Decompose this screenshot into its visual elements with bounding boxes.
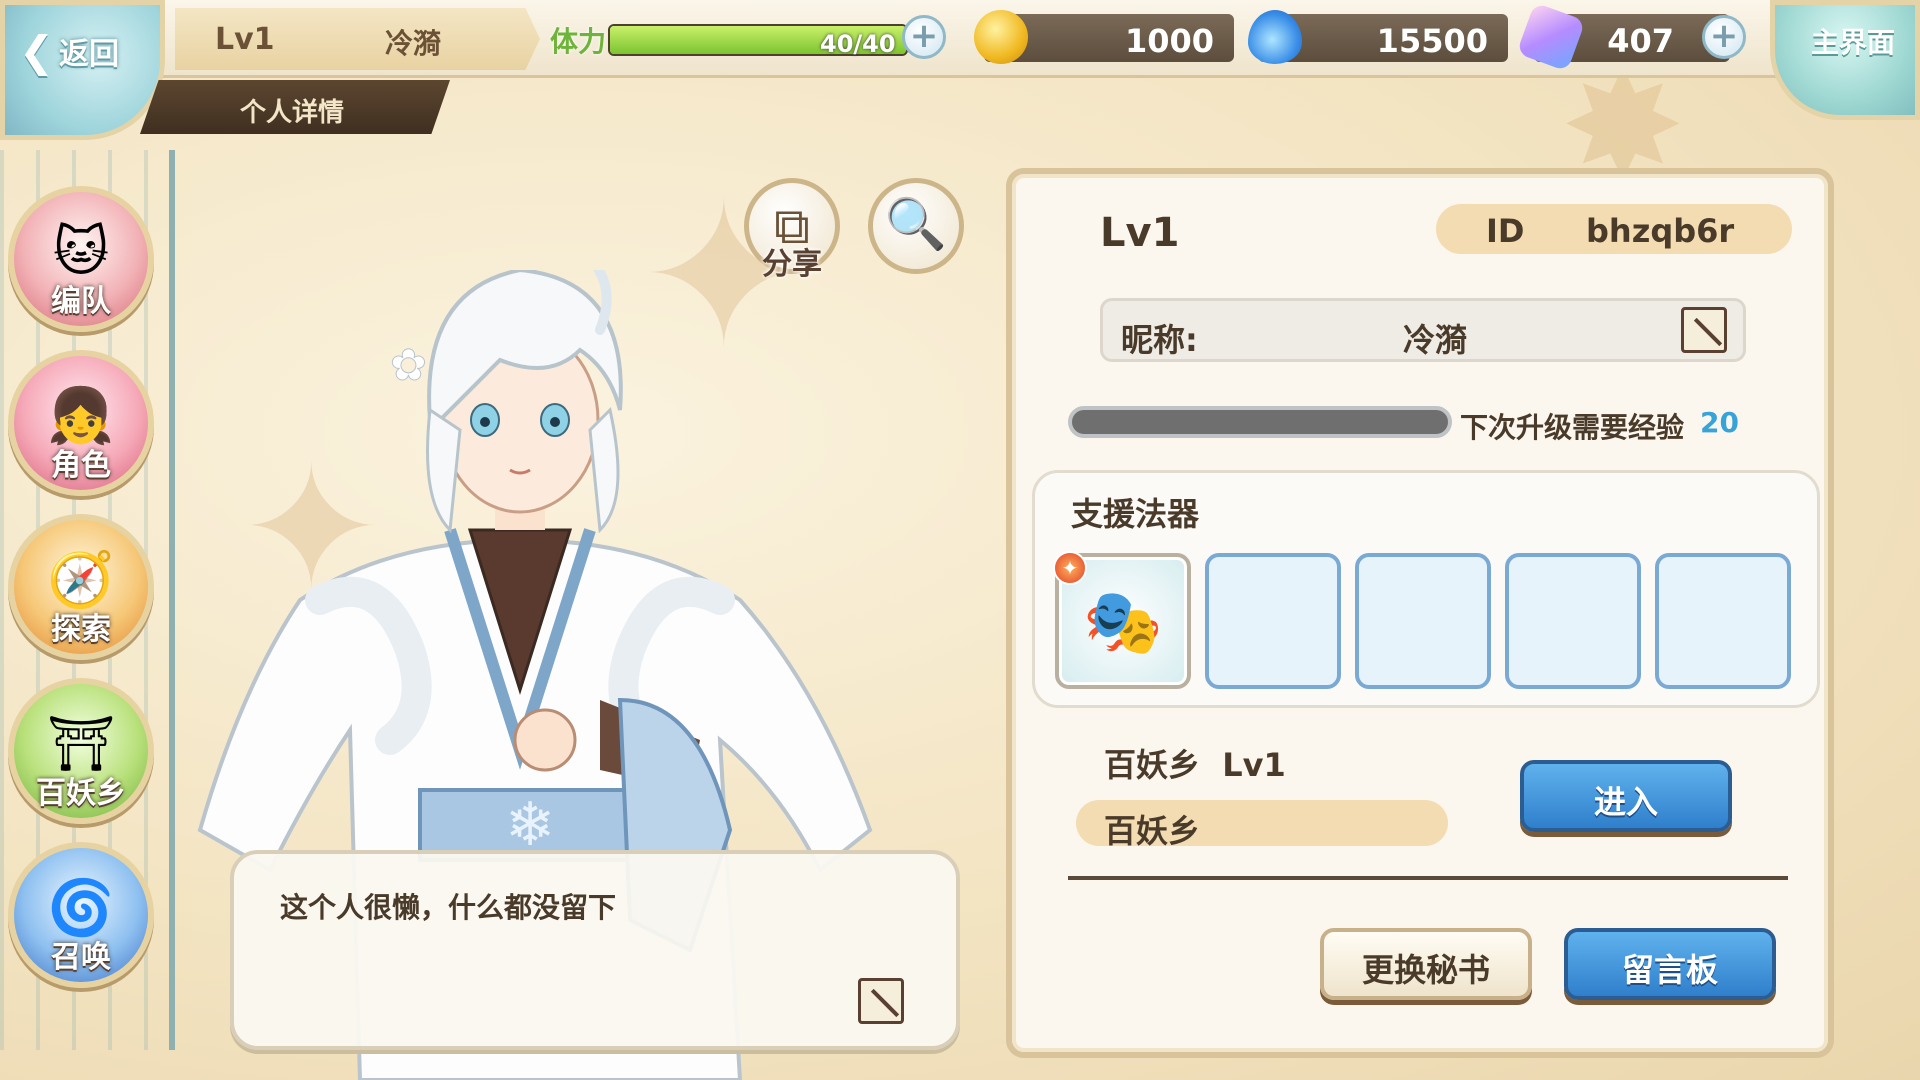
nickname-value: 冷漪: [1403, 321, 1468, 359]
artifact-slot-5[interactable]: [1655, 553, 1791, 689]
magnifier-icon: 🔍: [884, 195, 948, 253]
village-icon: ⛩: [46, 712, 116, 775]
add-stamina-button[interactable]: +: [902, 15, 946, 59]
player-level: Lv1: [215, 22, 275, 57]
artifact-slot-3[interactable]: [1355, 553, 1491, 689]
artifact-slot-1[interactable]: ✦ 🎭: [1053, 551, 1191, 689]
back-arrow-icon: ❮: [19, 27, 55, 76]
edit-signature-icon[interactable]: [858, 978, 904, 1024]
back-label: 返回: [59, 37, 119, 72]
nav-village-label: 百妖乡: [36, 776, 126, 811]
nav-character[interactable]: 👧 角色: [8, 350, 154, 496]
nav-summon-label: 召唤: [51, 940, 111, 975]
id-label: ID: [1486, 212, 1525, 250]
profile-panel: Lv1 ID bhzqb6r 昵称: 冷漪 下次升级需要经验 20 支援法器 ✦…: [1006, 168, 1834, 1058]
nickname-field: 昵称: 冷漪: [1100, 298, 1746, 362]
add-crystal-button[interactable]: +: [1702, 15, 1746, 59]
crystal-counter: 407: [1516, 2, 1730, 72]
player-name: 冷漪: [385, 27, 442, 60]
nav-team-label: 编队: [51, 284, 111, 319]
support-title: 支援法器: [1071, 495, 1200, 533]
gold-coin-icon: [974, 10, 1028, 64]
profile-level: Lv1: [1100, 210, 1180, 256]
village-name-pill: 百妖乡: [1076, 800, 1448, 850]
soul-fire-amount: 15500: [1376, 22, 1488, 60]
blue-flame-icon: [1248, 10, 1302, 64]
artifact-slot-4[interactable]: [1505, 553, 1641, 689]
summon-icon: 🌀: [47, 876, 115, 939]
id-value: bhzqb6r: [1586, 212, 1735, 250]
nav-explore[interactable]: 🧭 探索: [8, 514, 154, 660]
support-artifacts-box: 支援法器 ✦ 🎭: [1032, 470, 1820, 708]
artifact-slot-2[interactable]: [1205, 553, 1341, 689]
gold-amount: 1000: [1124, 22, 1214, 60]
section-title: 个人详情: [240, 98, 345, 128]
enter-village-button[interactable]: 进入: [1520, 760, 1732, 832]
message-board-button[interactable]: 留言板: [1564, 928, 1776, 1000]
nickname-label: 昵称:: [1121, 321, 1198, 359]
home-label: 主界面: [1811, 26, 1896, 59]
team-icon: 🐱: [52, 220, 110, 283]
nav-summon[interactable]: 🌀 召唤: [8, 842, 154, 988]
player-id-pill: ID bhzqb6r: [1436, 204, 1792, 254]
exp-label: 下次升级需要经验: [1460, 411, 1685, 444]
message-board-label: 留言板: [1621, 951, 1718, 989]
stamina-bar: 体力 40/40: [550, 16, 950, 62]
enter-label: 进入: [1593, 783, 1658, 821]
character-icon: 👧: [47, 384, 115, 447]
stamina-label: 体力: [550, 25, 607, 58]
edit-nickname-icon[interactable]: [1681, 307, 1727, 353]
nav-village[interactable]: ⛩ 百妖乡: [8, 678, 154, 824]
share-button[interactable]: ⧉ 分享: [744, 178, 840, 282]
signature-bubble: 这个人很懒，什么都没留下: [230, 850, 960, 1050]
share-label: 分享: [762, 247, 822, 282]
player-name-plate: Lv1 冷漪: [175, 8, 540, 70]
gold-counter: 1000: [974, 10, 1234, 64]
crystal-amount: 407: [1607, 22, 1674, 60]
signature-text: 这个人很懒，什么都没留下: [280, 891, 617, 924]
mask-artifact-icon: 🎭: [1083, 586, 1163, 660]
svg-text:✿: ✿: [390, 340, 427, 391]
fire-badge-icon: ✦: [1053, 551, 1087, 585]
nav-character-label: 角色: [51, 448, 111, 483]
soul-fire-counter: 15500: [1248, 10, 1508, 64]
stamina-value: 40/40: [820, 30, 896, 58]
home-button[interactable]: 主界面: [1770, 0, 1920, 120]
explore-icon: 🧭: [47, 548, 115, 611]
section-title-plate: 个人详情: [140, 80, 450, 134]
exp-value: 20: [1700, 406, 1739, 439]
nav-explore-label: 探索: [51, 612, 111, 647]
zoom-button[interactable]: 🔍: [868, 178, 964, 274]
divider: [1068, 876, 1788, 880]
exp-bar: [1068, 406, 1452, 438]
nav-team[interactable]: 🐱 编队: [8, 186, 154, 332]
change-secretary-label: 更换秘书: [1361, 951, 1490, 989]
village-name: 百妖乡: [1104, 812, 1201, 850]
village-level: 百妖乡 Lv1: [1104, 746, 1286, 784]
change-secretary-button[interactable]: 更换秘书: [1320, 928, 1532, 1000]
